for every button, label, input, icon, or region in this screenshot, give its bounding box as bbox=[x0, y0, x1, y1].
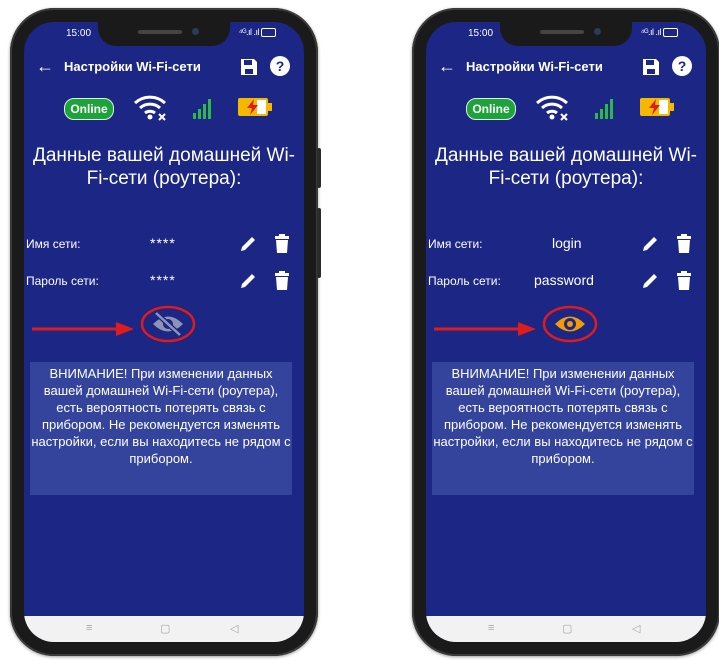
network-name-label: Имя сети: bbox=[428, 237, 483, 251]
status-time: 15:00 bbox=[66, 28, 92, 39]
help-circle-icon[interactable]: ? bbox=[672, 56, 692, 76]
back-arrow-icon[interactable]: ← bbox=[438, 56, 456, 77]
pencil-icon[interactable] bbox=[238, 271, 258, 296]
trash-icon[interactable] bbox=[274, 271, 290, 296]
back-nav-icon[interactable]: ◁ bbox=[632, 622, 640, 635]
home-nav-icon[interactable]: ▢ bbox=[562, 622, 572, 635]
password-label: Пароль сети: bbox=[26, 274, 99, 288]
back-arrow-icon[interactable]: ← bbox=[36, 56, 54, 77]
battery-charging-icon bbox=[640, 98, 674, 121]
menu-nav-icon[interactable]: ≡ bbox=[86, 622, 92, 634]
warning-message: ВНИМАНИЕ! При изменении данных вашей дом… bbox=[432, 362, 694, 495]
device-status-row: Online bbox=[24, 90, 304, 124]
signal-bars-icon bbox=[594, 94, 618, 125]
power-button bbox=[317, 208, 321, 278]
back-nav-icon[interactable]: ◁ bbox=[230, 622, 238, 635]
password-row: Пароль сети: password bbox=[426, 269, 706, 295]
status-signal: ⁴ᴳ.ıl .ıl bbox=[238, 27, 260, 37]
status-icons: ⁴ᴳ.ıl .ıl bbox=[640, 27, 678, 38]
password-label: Пароль сети: bbox=[428, 274, 501, 288]
trash-icon[interactable] bbox=[274, 234, 290, 259]
password-value: password bbox=[534, 272, 594, 288]
status-icons: ⁴ᴳ.ıl .ıl bbox=[238, 27, 276, 38]
pencil-icon[interactable] bbox=[238, 234, 258, 259]
app-bar: ← Настройки Wi-Fi-сети ? bbox=[24, 52, 304, 82]
red-arrow-icon bbox=[32, 321, 136, 342]
warning-message: ВНИМАНИЕ! При изменении данных вашей дом… bbox=[30, 362, 292, 495]
device-status-row: Online bbox=[426, 90, 706, 124]
section-heading: Данные вашей домашней Wi-Fi-сети (роутер… bbox=[434, 145, 698, 189]
notch bbox=[500, 22, 632, 46]
network-name-value: **** bbox=[150, 235, 176, 251]
pencil-icon[interactable] bbox=[640, 234, 660, 259]
help-circle-icon[interactable]: ? bbox=[270, 56, 290, 76]
battery-charging-icon bbox=[238, 98, 272, 121]
page-title: Настройки Wi-Fi-сети bbox=[64, 59, 201, 74]
system-nav-bar: ≡ ▢ ◁ bbox=[24, 616, 304, 642]
signal-bars-icon bbox=[192, 94, 216, 125]
network-name-value: login bbox=[552, 235, 582, 251]
phone-hidden-password: 15:00 ⁴ᴳ.ıl .ıl ← Настройки Wi-Fi-сети ?… bbox=[10, 8, 321, 656]
password-value: **** bbox=[150, 272, 176, 288]
home-nav-icon[interactable]: ▢ bbox=[160, 622, 170, 635]
status-time: 15:00 bbox=[468, 28, 494, 39]
wifi-off-icon bbox=[132, 92, 168, 127]
menu-nav-icon[interactable]: ≡ bbox=[488, 622, 494, 634]
volume-button bbox=[317, 148, 321, 188]
app-screen: 15:00 ⁴ᴳ.ıl .ıl ← Настройки Wi-Fi-сети ?… bbox=[24, 22, 304, 642]
network-name-row: Имя сети: login bbox=[426, 232, 706, 258]
phone-visible-password: 15:00 ⁴ᴳ.ıl .ıl ← Настройки Wi-Fi-сети ?… bbox=[412, 8, 719, 656]
notch bbox=[98, 22, 230, 46]
app-bar: ← Настройки Wi-Fi-сети ? bbox=[426, 52, 706, 82]
status-battery-icon bbox=[261, 28, 276, 38]
online-badge: Online bbox=[466, 98, 516, 120]
app-screen: 15:00 ⁴ᴳ.ıl .ıl ← Настройки Wi-Fi-сети ?… bbox=[426, 22, 706, 642]
pencil-icon[interactable] bbox=[640, 271, 660, 296]
eye-off-icon[interactable] bbox=[140, 305, 196, 343]
section-heading: Данные вашей домашней Wi-Fi-сети (роутер… bbox=[32, 145, 296, 189]
status-battery-icon bbox=[663, 28, 678, 38]
floppy-disk-icon[interactable] bbox=[642, 58, 660, 81]
network-name-row: Имя сети: **** bbox=[24, 232, 304, 258]
trash-icon[interactable] bbox=[676, 271, 692, 296]
eye-icon[interactable] bbox=[542, 305, 598, 343]
wifi-off-icon bbox=[534, 92, 570, 127]
online-badge: Online bbox=[64, 98, 114, 120]
red-arrow-icon bbox=[434, 321, 538, 342]
password-row: Пароль сети: **** bbox=[24, 269, 304, 295]
system-nav-bar: ≡ ▢ ◁ bbox=[426, 616, 706, 642]
status-signal: ⁴ᴳ.ıl .ıl bbox=[640, 27, 662, 37]
page-title: Настройки Wi-Fi-сети bbox=[466, 59, 603, 74]
floppy-disk-icon[interactable] bbox=[240, 58, 258, 81]
network-name-label: Имя сети: bbox=[26, 237, 81, 251]
trash-icon[interactable] bbox=[676, 234, 692, 259]
